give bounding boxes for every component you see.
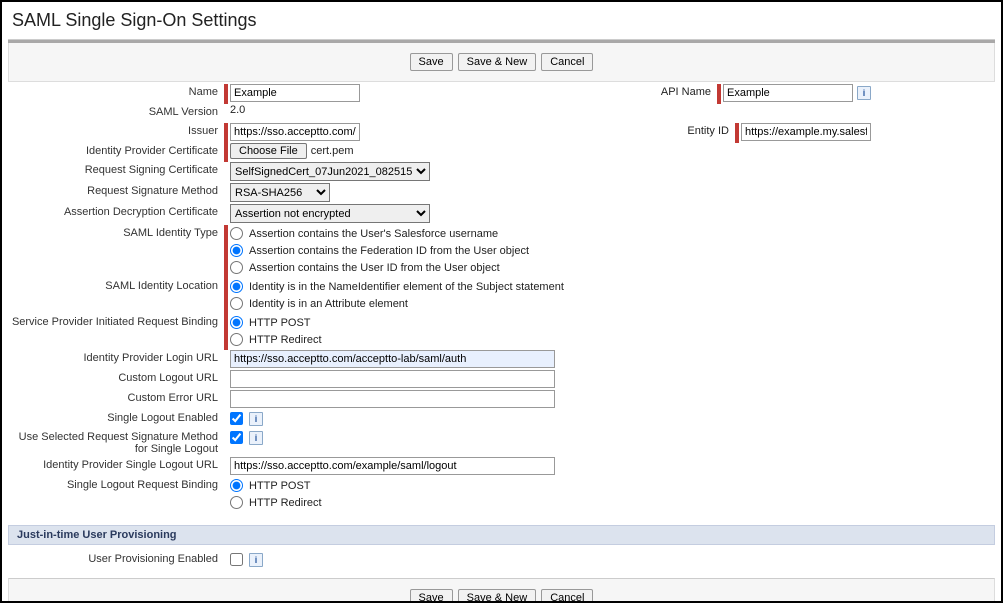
label-idp-login-url: Identity Provider Login URL xyxy=(8,350,224,366)
label-idp-cert: Identity Provider Certificate xyxy=(8,143,224,159)
info-icon[interactable]: i xyxy=(249,412,263,426)
identity-type-option-0: Assertion contains the User's Salesforce… xyxy=(249,227,498,241)
save-and-new-button[interactable]: Save & New xyxy=(458,589,537,603)
identity-type-group: Assertion contains the User's Salesforce… xyxy=(230,225,529,276)
choose-file-button[interactable]: Choose File xyxy=(230,143,307,159)
slo-enabled-checkbox[interactable] xyxy=(230,412,243,425)
user-prov-enabled-checkbox[interactable] xyxy=(230,553,243,566)
page-title: SAML Single Sign-On Settings xyxy=(2,2,1001,39)
info-icon[interactable]: i xyxy=(857,86,871,100)
required-marker xyxy=(717,84,721,104)
sp-binding-radio-0[interactable] xyxy=(230,316,243,329)
slo-binding-option-1: HTTP Redirect xyxy=(249,496,322,510)
slo-binding-group: HTTP POST HTTP Redirect xyxy=(230,477,322,511)
save-button[interactable]: Save xyxy=(410,589,453,603)
req-sign-cert-select[interactable]: SelfSignedCert_07Jun2021_082515 xyxy=(230,162,430,181)
custom-logout-url-input[interactable] xyxy=(230,370,555,388)
identity-location-radio-0[interactable] xyxy=(230,280,243,293)
slo-binding-radio-1[interactable] xyxy=(230,496,243,509)
required-marker xyxy=(224,278,228,314)
required-marker xyxy=(224,143,228,162)
identity-location-group: Identity is in the NameIdentifier elemen… xyxy=(230,278,564,312)
toolbar-bottom: Save Save & New Cancel xyxy=(8,578,995,603)
idp-cert-filename: cert.pem xyxy=(311,145,354,157)
issuer-input[interactable] xyxy=(230,123,360,141)
entity-id-input[interactable] xyxy=(741,123,871,141)
identity-type-option-2: Assertion contains the User ID from the … xyxy=(249,261,500,275)
identity-location-option-0: Identity is in the NameIdentifier elemen… xyxy=(249,280,564,294)
label-req-sig-method: Request Signature Method xyxy=(8,183,224,199)
label-sp-binding: Service Provider Initiated Request Bindi… xyxy=(8,314,224,330)
identity-location-radio-1[interactable] xyxy=(230,297,243,310)
toolbar-top: Save Save & New Cancel xyxy=(8,43,995,82)
label-issuer: Issuer xyxy=(8,123,224,143)
use-sel-req-sig-checkbox[interactable] xyxy=(230,431,243,444)
sp-binding-group: HTTP POST HTTP Redirect xyxy=(230,314,322,348)
required-marker xyxy=(224,123,228,143)
slo-binding-option-0: HTTP POST xyxy=(249,479,311,493)
identity-type-radio-2[interactable] xyxy=(230,261,243,274)
identity-type-radio-1[interactable] xyxy=(230,244,243,257)
label-saml-version: SAML Version xyxy=(8,104,224,120)
sp-binding-option-1: HTTP Redirect xyxy=(249,333,322,347)
assertion-decrypt-select[interactable]: Assertion not encrypted xyxy=(230,204,430,223)
label-entity-id: Entity ID xyxy=(665,123,735,139)
label-user-prov-enabled: User Provisioning Enabled xyxy=(8,551,224,567)
identity-location-option-1: Identity is in an Attribute element xyxy=(249,297,408,311)
required-marker xyxy=(224,314,228,350)
idp-login-url-input[interactable] xyxy=(230,350,555,368)
required-marker xyxy=(224,225,228,278)
info-icon[interactable]: i xyxy=(249,553,263,567)
req-sig-method-select[interactable]: RSA-SHA256 xyxy=(230,183,330,202)
label-slo-enabled: Single Logout Enabled xyxy=(8,410,224,426)
label-req-sign-cert: Request Signing Certificate xyxy=(8,162,224,178)
info-icon[interactable]: i xyxy=(249,431,263,445)
save-and-new-button[interactable]: Save & New xyxy=(458,53,537,71)
label-identity-type: SAML Identity Type xyxy=(8,225,224,241)
label-custom-error-url: Custom Error URL xyxy=(8,390,224,406)
label-use-sel-req-sig: Use Selected Request Signature Method fo… xyxy=(8,429,224,457)
form-body: Name API Name i SAML Version 2.0 xyxy=(2,82,1001,513)
identity-type-option-1: Assertion contains the Federation ID fro… xyxy=(249,244,529,258)
name-input[interactable] xyxy=(230,84,360,102)
cancel-button[interactable]: Cancel xyxy=(541,53,593,71)
label-name: Name xyxy=(8,84,224,104)
sp-binding-radio-1[interactable] xyxy=(230,333,243,346)
label-slo-binding: Single Logout Request Binding xyxy=(8,477,224,493)
saml-version-value: 2.0 xyxy=(230,104,249,118)
label-idp-slo-url: Identity Provider Single Logout URL xyxy=(8,457,224,473)
cancel-button[interactable]: Cancel xyxy=(541,589,593,603)
label-identity-location: SAML Identity Location xyxy=(8,278,224,294)
idp-slo-url-input[interactable] xyxy=(230,457,555,475)
section-jit: Just-in-time User Provisioning xyxy=(8,525,995,545)
required-marker xyxy=(735,123,739,143)
label-api-name: API Name xyxy=(647,84,717,100)
label-custom-logout-url: Custom Logout URL xyxy=(8,370,224,386)
save-button[interactable]: Save xyxy=(410,53,453,71)
sp-binding-option-0: HTTP POST xyxy=(249,316,311,330)
api-name-input[interactable] xyxy=(723,84,853,102)
identity-type-radio-0[interactable] xyxy=(230,227,243,240)
required-marker xyxy=(224,84,228,104)
custom-error-url-input[interactable] xyxy=(230,390,555,408)
slo-binding-radio-0[interactable] xyxy=(230,479,243,492)
label-assertion-decrypt: Assertion Decryption Certificate xyxy=(8,204,224,220)
